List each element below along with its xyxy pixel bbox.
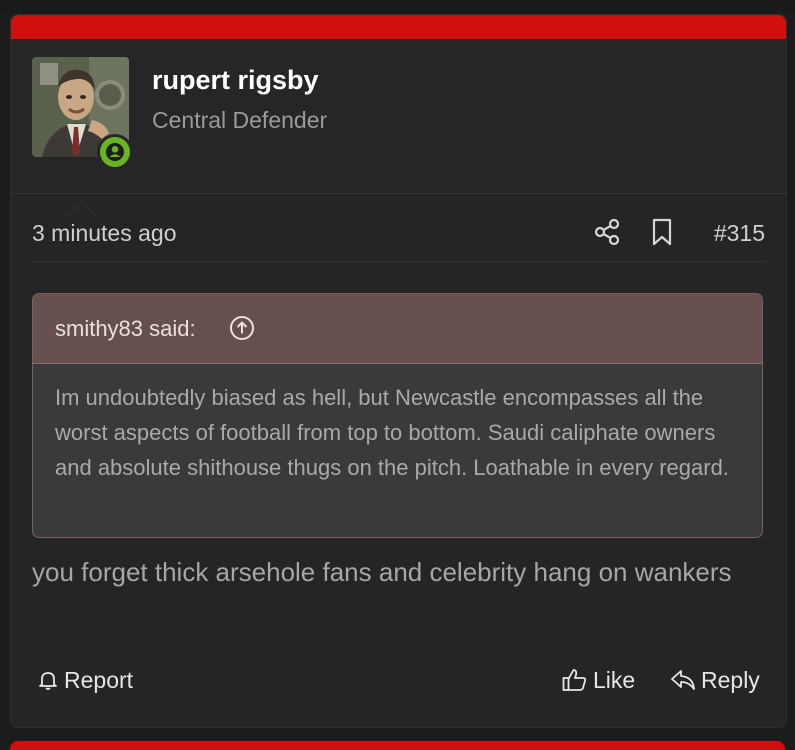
reply-arrow-icon bbox=[671, 670, 695, 690]
post-number-link[interactable]: #315 bbox=[714, 220, 765, 247]
forum-post: rupert rigsby Central Defender 3 minutes… bbox=[10, 14, 787, 728]
reply-button[interactable]: Reply bbox=[669, 663, 760, 697]
quote-author[interactable]: smithy83 said: bbox=[55, 316, 196, 342]
like-button[interactable]: Like bbox=[561, 663, 635, 697]
post-actions: Report Like Reply bbox=[32, 663, 765, 699]
username-link[interactable]: rupert rigsby bbox=[152, 65, 319, 96]
previous-post-edge bbox=[0, 0, 795, 14]
online-status-badge bbox=[97, 134, 133, 170]
report-label: Report bbox=[64, 666, 134, 693]
bookmark-button[interactable] bbox=[649, 217, 675, 247]
post-accent-bar bbox=[11, 15, 786, 39]
post-user-header: rupert rigsby Central Defender bbox=[11, 39, 786, 216]
thumbs-up-icon bbox=[562, 669, 587, 691]
bell-icon bbox=[39, 672, 57, 690]
like-label: Like bbox=[593, 666, 636, 693]
share-button[interactable] bbox=[593, 217, 621, 247]
share-icon bbox=[594, 218, 620, 246]
quote-header: smithy83 said: bbox=[33, 294, 762, 364]
user-online-icon bbox=[106, 143, 124, 161]
bookmark-icon bbox=[652, 218, 672, 246]
quoted-post: smithy83 said: Im undoubtedly biased as … bbox=[32, 293, 763, 538]
jump-to-quote-button[interactable] bbox=[229, 315, 255, 341]
arrow-up-circle-icon bbox=[230, 316, 254, 340]
post-message: you forget thick arsehole fans and celeb… bbox=[32, 557, 732, 587]
post-timestamp[interactable]: 3 minutes ago bbox=[32, 220, 176, 247]
reply-label: Reply bbox=[701, 666, 760, 693]
report-button[interactable]: Report bbox=[36, 663, 133, 697]
user-title: Central Defender bbox=[152, 107, 328, 133]
post-meta-bar: 3 minutes ago #315 bbox=[32, 207, 765, 262]
thread-page: rupert rigsby Central Defender 3 minutes… bbox=[0, 0, 795, 750]
next-post-accent-bar bbox=[10, 741, 785, 750]
quote-text: Im undoubtedly biased as hell, but Newca… bbox=[55, 385, 729, 480]
